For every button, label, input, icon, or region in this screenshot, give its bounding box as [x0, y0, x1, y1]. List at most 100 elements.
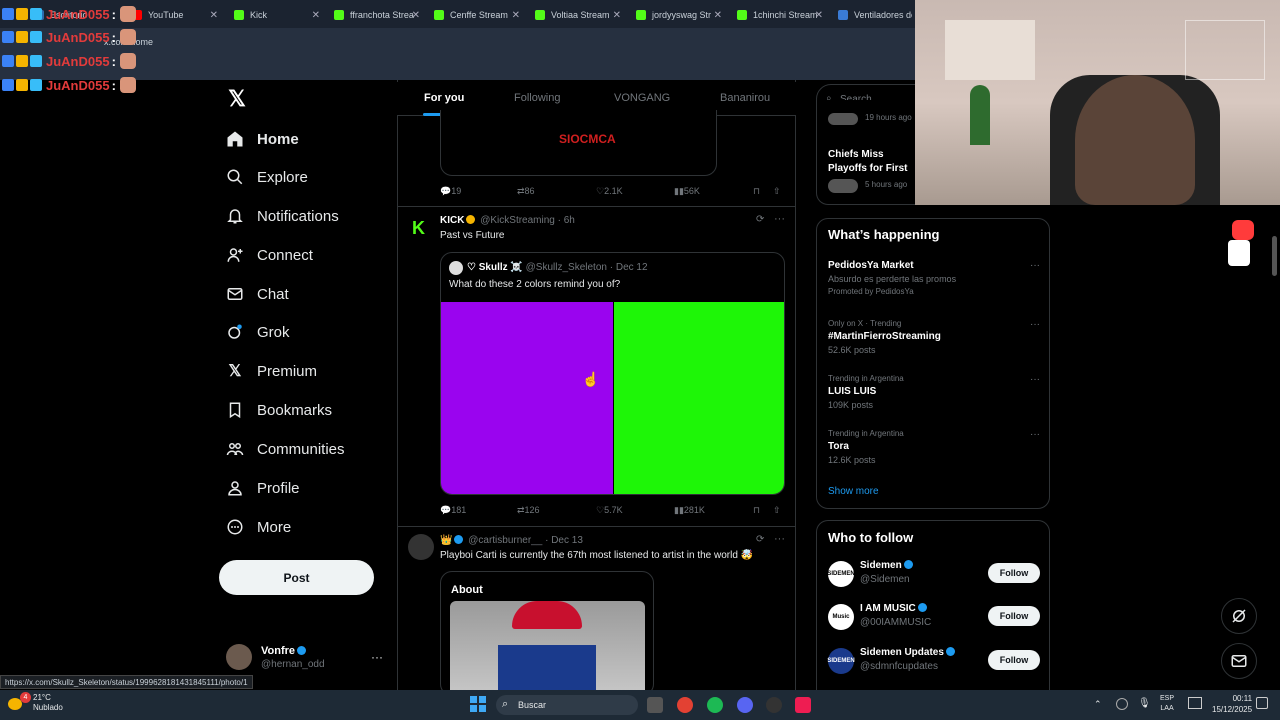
post-time[interactable]: · 6h: [558, 215, 575, 226]
x-logo-icon[interactable]: 𝕏: [226, 88, 248, 110]
more-dots-icon[interactable]: ···: [774, 213, 785, 225]
nav-more[interactable]: More: [226, 512, 291, 542]
scrollbar-thumb[interactable]: [1272, 236, 1277, 276]
tab-for-you[interactable]: For you: [424, 92, 464, 104]
browser-tab[interactable]: jordyyswag Str ✕: [636, 4, 722, 26]
tiktok-icon[interactable]: [795, 697, 811, 713]
post-date[interactable]: · Dec 13: [545, 535, 583, 546]
close-icon[interactable]: ✕: [714, 10, 722, 21]
clock[interactable]: 00:11 15/12/2025: [1212, 693, 1252, 715]
browser-tab[interactable]: Kick ✕: [234, 4, 320, 26]
author-handle[interactable]: @cartisburner__: [468, 535, 542, 546]
browser-tab[interactable]: Voltiaa Stream ✕: [535, 4, 621, 26]
weather-widget[interactable]: 21°C Nublado: [33, 693, 63, 713]
trend-item[interactable]: Trending in Argentina LUIS LUIS 109K pos…: [828, 374, 1040, 410]
close-icon[interactable]: ✕: [613, 10, 621, 21]
nav-home[interactable]: Home: [226, 124, 299, 154]
post-card[interactable]: SIOCMCA: [440, 110, 717, 176]
nav-notifications[interactable]: Notifications: [226, 201, 339, 231]
more-dots-icon[interactable]: ···: [1030, 429, 1040, 440]
spotify-icon[interactable]: [707, 697, 723, 713]
like-button[interactable]: ♡ 2.1K: [596, 186, 623, 197]
nav-chat[interactable]: Chat: [226, 279, 289, 309]
browser-tab[interactable]: Ventiladores de: [838, 4, 912, 26]
bookmark-icon[interactable]: ⊓: [753, 505, 760, 516]
repost-button[interactable]: ⇄ 86: [517, 186, 535, 197]
language-indicator[interactable]: ESP LAA: [1160, 694, 1174, 714]
green-color-swatch[interactable]: [614, 302, 784, 494]
mic-icon[interactable]: 🎙: [1138, 698, 1151, 709]
views-button[interactable]: ▮▮ 281K: [674, 505, 705, 516]
purple-color-swatch[interactable]: [441, 302, 613, 494]
tab-bananirou[interactable]: Bananirou: [720, 92, 770, 104]
follow-suggestion[interactable]: Music I AM MUSIC @00IAMMUSIC Follow: [828, 602, 1040, 632]
reply-button[interactable]: 💬 19: [440, 186, 461, 197]
app-icon[interactable]: [766, 697, 782, 713]
follow-button[interactable]: Follow: [988, 650, 1040, 670]
browser-tab[interactable]: ffranchota Strea ✕: [334, 4, 420, 26]
network-icon[interactable]: [1116, 698, 1128, 710]
nav-profile[interactable]: Profile: [226, 473, 300, 503]
close-icon[interactable]: ✕: [210, 10, 218, 21]
post-card[interactable]: About: [440, 571, 654, 696]
task-view-icon[interactable]: [647, 697, 663, 713]
notification-icon[interactable]: [1256, 697, 1268, 709]
close-icon[interactable]: ✕: [815, 10, 823, 21]
repost-button[interactable]: ⇄ 126: [517, 505, 540, 516]
browser-tab[interactable]: 1chinchi Stream ✕: [737, 4, 823, 26]
close-icon[interactable]: ✕: [312, 10, 320, 21]
show-more-link[interactable]: Show more: [828, 486, 879, 497]
avatar[interactable]: [408, 534, 434, 560]
more-dots-icon[interactable]: ···: [1030, 319, 1040, 330]
browser-tab[interactable]: Cenffe Stream ✕: [434, 4, 520, 26]
follow-suggestion[interactable]: SIDEMEN Sidemen @Sidemen Follow: [827, 559, 1040, 589]
nav-explore[interactable]: Explore: [226, 162, 308, 192]
tab-vongang[interactable]: VONGANG: [614, 92, 670, 104]
quote-card[interactable]: ♡ Skullz ☠️ @Skullz_Skeleton · Dec 12 Wh…: [440, 252, 785, 495]
tab-following[interactable]: Following: [514, 92, 560, 104]
nav-grok[interactable]: Grok: [226, 317, 290, 347]
kick-icon: [636, 10, 646, 20]
author-handle[interactable]: @KickStreaming: [480, 215, 555, 226]
more-dots-icon[interactable]: ···: [1030, 374, 1040, 385]
browser-tab[interactable]: YouTube ✕: [132, 4, 218, 26]
chrome-icon[interactable]: [677, 697, 693, 713]
nav-connect[interactable]: Connect: [226, 240, 313, 270]
reply-button[interactable]: 💬 181: [440, 505, 466, 516]
account-switcher[interactable]: Vonfre @hernan_odd ···: [226, 644, 386, 672]
grok-icon[interactable]: ⟳: [756, 214, 764, 225]
views-button[interactable]: ▮▮ 56K: [674, 186, 700, 197]
more-dots-icon[interactable]: ···: [1030, 260, 1040, 271]
santa-hat: [512, 601, 582, 629]
nav-premium[interactable]: 𝕏 Premium: [226, 356, 317, 386]
discord-icon[interactable]: [737, 697, 753, 713]
share-icon[interactable]: ⇧: [773, 186, 781, 197]
news-title[interactable]: Chiefs Miss Playoffs for First Time in D…: [828, 148, 916, 176]
windows-start-icon[interactable]: [470, 696, 486, 712]
grok-icon[interactable]: ⟳: [756, 534, 764, 545]
like-button[interactable]: ♡ 5.7K: [596, 505, 623, 516]
nav-communities[interactable]: Communities: [226, 434, 345, 464]
trend-item[interactable]: Trending in Argentina Tora 12.6K posts ·…: [828, 429, 1040, 465]
follow-button[interactable]: Follow: [988, 563, 1040, 583]
author-name[interactable]: KICK: [440, 215, 464, 226]
post-button[interactable]: Post: [219, 560, 374, 595]
close-icon[interactable]: ✕: [512, 10, 520, 21]
bookmark-icon[interactable]: ⊓: [753, 186, 760, 197]
messages-button[interactable]: [1221, 643, 1257, 679]
follow-suggestion[interactable]: SIDEMEN Sidemen Updates @sdmnfcupdates F…: [827, 646, 1040, 676]
trend-item[interactable]: PedidosYa Market Absurdo es perderte las…: [828, 260, 1040, 296]
close-icon[interactable]: ✕: [412, 10, 420, 21]
taskbar-search[interactable]: ⌕ Buscar: [496, 695, 638, 715]
more-dots-icon[interactable]: ···: [774, 533, 785, 545]
grok-button[interactable]: [1221, 598, 1257, 634]
nav-bookmarks[interactable]: Bookmarks: [226, 395, 332, 425]
trend-item[interactable]: Only on X · Trending #MartinFierroStream…: [828, 319, 1040, 355]
chevron-up-icon[interactable]: ⌃: [1094, 699, 1102, 710]
more-dots-icon[interactable]: ···: [371, 650, 383, 664]
display-icon[interactable]: [1188, 697, 1202, 709]
follow-button[interactable]: Follow: [988, 606, 1040, 626]
address-bar[interactable]: x.com/home: [0, 28, 915, 80]
kick-avatar-icon[interactable]: K: [412, 218, 430, 238]
share-icon[interactable]: ⇧: [773, 505, 781, 516]
